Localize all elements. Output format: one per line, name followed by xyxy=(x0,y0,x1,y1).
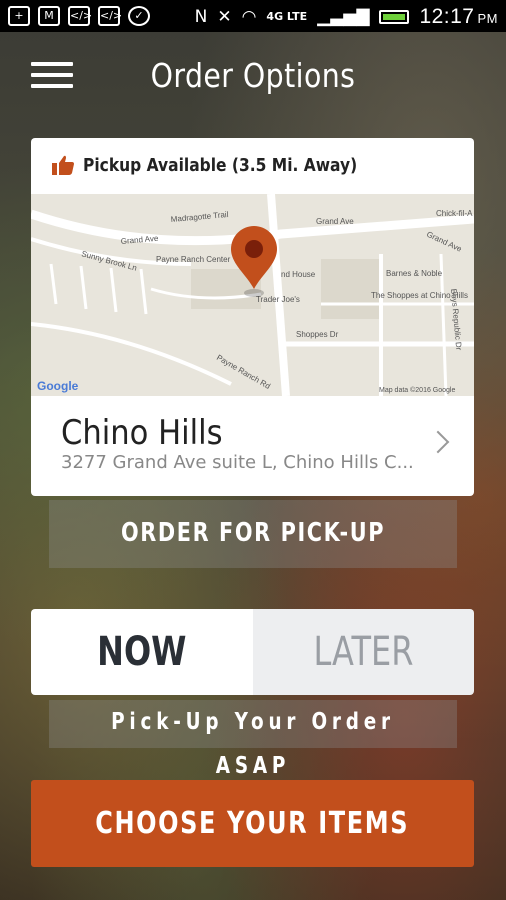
toggle-later[interactable]: LATER xyxy=(252,609,474,695)
toggle-now[interactable]: NOW xyxy=(31,609,253,695)
choose-button-label: CHOOSE YOUR ITEMS xyxy=(95,806,410,841)
pickup-availability: Pickup Available (3.5 Mi. Away) xyxy=(51,154,402,176)
status-bar: + M </> </> ✓ N ✕ ◠ 4G LTE ▁▃▅▇ 12:17 PM xyxy=(0,0,506,32)
thumbs-up-icon xyxy=(52,155,74,175)
chevron-right-icon[interactable] xyxy=(426,430,450,454)
map-label: Payne Ranch Center xyxy=(156,255,231,264)
signal-icon: ▁▃▅▇ xyxy=(317,7,370,27)
clock: 12:17 PM xyxy=(419,5,498,29)
store-name: Chino Hills xyxy=(61,413,223,453)
order-mode-label: ORDER FOR PICK-UP xyxy=(120,518,386,548)
map-label: Shoppes Dr xyxy=(296,330,339,339)
order-for-pickup-button[interactable]: ORDER FOR PICK-UP xyxy=(49,500,457,568)
choose-your-items-button[interactable]: CHOOSE YOUR ITEMS xyxy=(31,780,474,867)
map-label: Chick-fil-A xyxy=(436,209,473,218)
toggle-later-label: LATER xyxy=(313,629,414,675)
map-label: nd House xyxy=(281,270,316,279)
gmail-icon: M xyxy=(38,6,60,26)
time-caption-label: Pick-Up Your Order ASAP xyxy=(111,709,395,779)
map-label: Barnes & Noble xyxy=(386,269,443,278)
battery-icon xyxy=(379,10,410,24)
notification-icons: + M </> </> ✓ xyxy=(8,6,150,26)
plus-icon: + xyxy=(8,6,30,26)
map-attribution: Map data ©2016 Google xyxy=(379,386,455,394)
network-type: 4G LTE xyxy=(266,10,308,23)
toggle-now-label: NOW xyxy=(97,629,187,675)
location-map[interactable]: Grand Ave Grand Ave Grand Ave Sunny Broo… xyxy=(31,194,474,396)
app-header: Order Options xyxy=(0,32,506,122)
code-icon: </> xyxy=(68,6,92,26)
mute-icon: ✕ xyxy=(217,7,232,27)
nfc-icon: N xyxy=(194,7,208,27)
map-label: Grand Ave xyxy=(316,217,354,226)
chat-icon: ✓ xyxy=(128,6,150,26)
clock-ampm: PM xyxy=(477,11,498,26)
wifi-icon: ◠ xyxy=(241,7,257,27)
store-address: 3277 Grand Ave suite L, Chino Hills C... xyxy=(61,452,414,473)
page-title: Order Options xyxy=(150,56,356,95)
google-logo: Google xyxy=(37,379,79,393)
pickup-label: Pickup Available (3.5 Mi. Away) xyxy=(83,154,358,176)
time-caption: Pick-Up Your Order ASAP xyxy=(49,700,457,779)
system-icons: N ✕ ◠ 4G LTE ▁▃▅▇ 12:17 PM xyxy=(195,5,498,29)
code-icon: </> xyxy=(98,6,122,26)
map-label: Trader Joe's xyxy=(256,295,300,304)
location-card[interactable]: Pickup Available (3.5 Mi. Away) Grand Av… xyxy=(31,138,474,496)
clock-time: 12:17 xyxy=(419,5,475,28)
time-toggle[interactable]: NOW LATER xyxy=(31,609,474,695)
